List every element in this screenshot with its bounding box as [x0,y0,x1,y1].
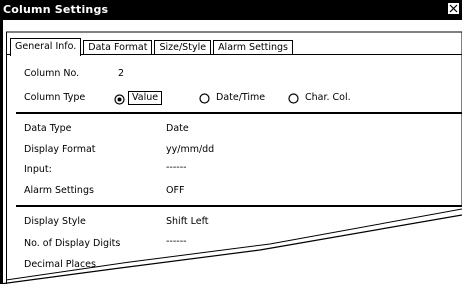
tab-strip: General Info. Data Format Size/Style Ala… [10,36,295,56]
radio-char-col-label[interactable]: Char. Col. [305,92,351,103]
input-label: Input: [24,164,52,175]
alarm-settings-label: Alarm Settings [24,185,94,196]
data-type-value: Date [166,123,189,134]
display-format-value: yy/mm/dd [166,144,215,155]
display-style-label: Display Style [24,216,86,227]
column-no-label: Column No. [24,68,80,79]
display-format-label: Display Format [24,144,96,155]
radio-date-time-label[interactable]: Date/Time [216,92,265,103]
column-no-value: 2 [118,68,125,79]
display-style-value: Shift Left [166,216,209,227]
section-divider-2 [16,205,462,207]
tab-data-format[interactable]: Data Format [83,40,153,55]
display-digits-value: ------ [166,236,187,247]
tab-alarm-settings[interactable]: Alarm Settings [213,40,293,55]
tab-size-style[interactable]: Size/Style [154,40,212,55]
section-divider-1 [16,112,462,114]
tab-general-info[interactable]: General Info. [10,38,82,56]
data-type-label: Data Type [24,123,72,134]
column-type-label: Column Type [24,92,86,103]
decimal-places-label: Decimal Places [24,259,96,270]
radio-value-label[interactable]: Value [128,91,163,105]
input-value: ------ [166,162,187,173]
display-digits-label: No. of Display Digits [24,238,121,249]
radio-date-time[interactable] [199,93,210,104]
column-settings-dialog: Column Settings General Info. Data Forma… [0,0,462,284]
alarm-settings-value: OFF [166,185,185,196]
radio-value[interactable] [114,94,125,105]
radio-char-col[interactable] [288,93,299,104]
